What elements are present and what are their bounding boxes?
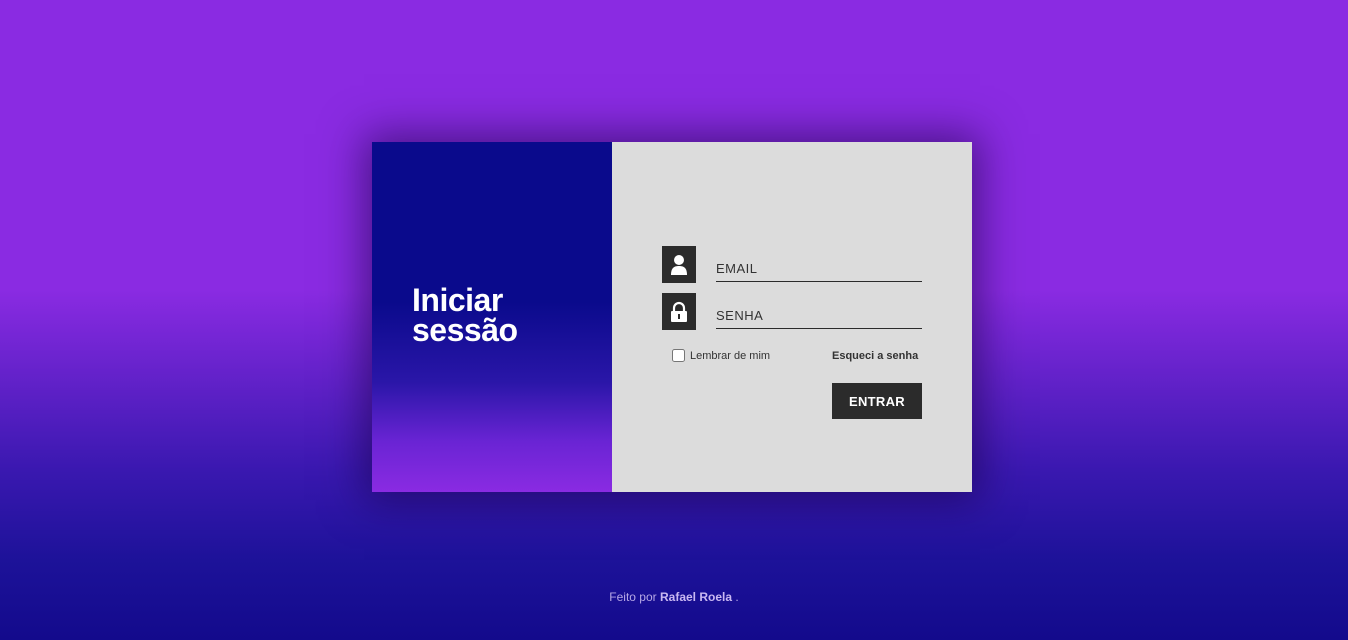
- remember-label: Lembrar de mim: [690, 349, 771, 362]
- page-title-line2: sessão: [412, 312, 518, 348]
- footer-credit: Feito por Rafael Roela .: [0, 590, 1348, 604]
- email-field-group: [662, 246, 922, 283]
- password-field-group: [662, 293, 922, 330]
- lock-icon: [662, 293, 696, 330]
- footer-author-link[interactable]: Rafael Roela: [660, 590, 732, 604]
- login-banner: Iniciar sessão: [372, 142, 612, 492]
- login-form: Lembrar de mim Esqueci a senha ENTRAR: [612, 142, 972, 492]
- login-button[interactable]: ENTRAR: [832, 383, 922, 419]
- remember-me[interactable]: Lembrar de mim: [672, 349, 770, 362]
- footer-prefix: Feito por: [609, 590, 657, 604]
- footer-suffix: .: [735, 590, 739, 604]
- page-title: Iniciar sessão: [412, 284, 592, 348]
- password-input[interactable]: [716, 293, 922, 329]
- forgot-password-link[interactable]: Esqueci a senha: [832, 350, 918, 362]
- login-card: Iniciar sessão EMAIL Lembrar de mim Esqu…: [372, 142, 972, 492]
- email-input[interactable]: [716, 246, 922, 282]
- user-icon: [662, 246, 696, 283]
- remember-checkbox[interactable]: [672, 349, 685, 362]
